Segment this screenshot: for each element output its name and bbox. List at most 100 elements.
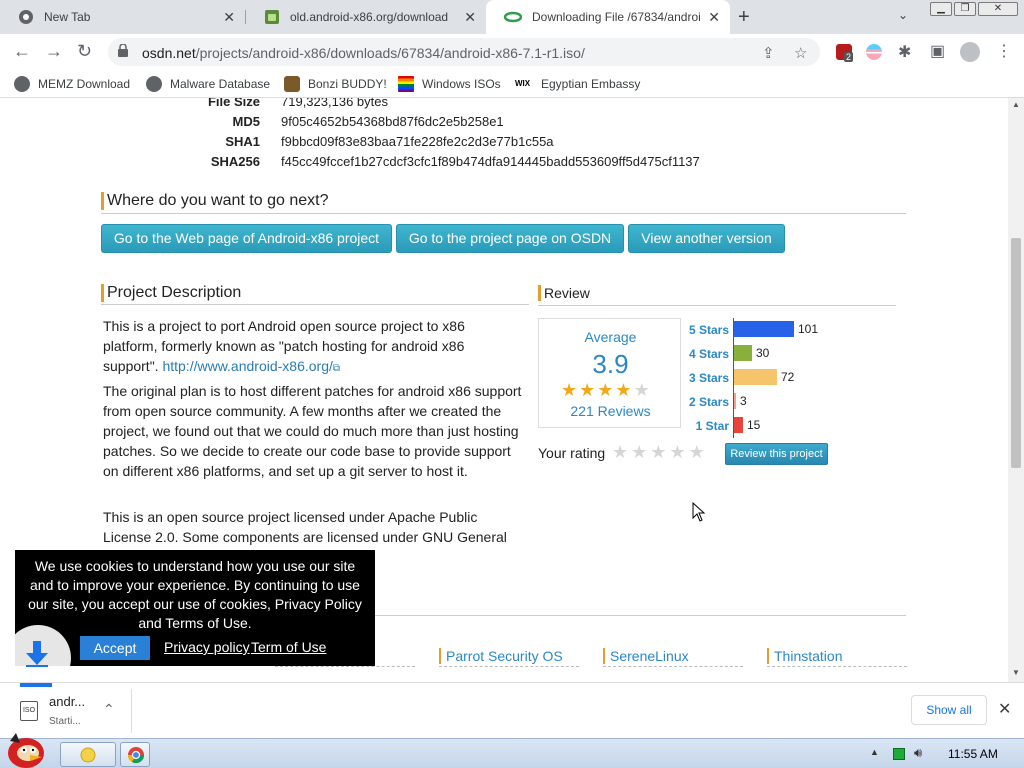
tab-title: Downloading File /67834/androi bbox=[532, 10, 701, 24]
tab-new-tab[interactable]: New Tab ✕ bbox=[0, 0, 245, 34]
rating-count: 30 bbox=[756, 346, 770, 360]
rating-row-label[interactable]: 2 Stars bbox=[685, 395, 729, 409]
scrollbar-thumb[interactable] bbox=[1011, 238, 1021, 468]
review-project-button[interactable]: Review this project bbox=[725, 443, 828, 465]
bookmark-egyptian-embassy[interactable]: WIX Egyptian Embassy bbox=[515, 76, 640, 92]
taskbar-chrome-button[interactable] bbox=[120, 742, 150, 767]
folder-icon bbox=[80, 747, 96, 763]
tab-strip: New Tab ✕ old.android-x86.org/download ✕… bbox=[0, 0, 1024, 34]
scroll-up-icon[interactable]: ▲ bbox=[1012, 100, 1020, 109]
rating-bar bbox=[734, 393, 736, 409]
show-all-button[interactable]: Show all bbox=[911, 695, 987, 725]
globe-icon bbox=[146, 76, 162, 92]
restore-button[interactable]: ❐ bbox=[954, 2, 976, 16]
tray-arrow-icon[interactable]: ▲ bbox=[870, 747, 879, 757]
close-icon[interactable]: ✕ bbox=[708, 9, 720, 26]
filesize-label: File Size bbox=[207, 98, 260, 109]
star-icon: ★ bbox=[561, 380, 580, 400]
average-rating-box: Average 3.9 ★★★★★ 221 Reviews bbox=[538, 318, 681, 428]
cookie-text: We use cookies to understand how you use… bbox=[28, 558, 362, 631]
chevron-down-icon[interactable]: ⌄ bbox=[898, 8, 908, 22]
description-paragraph-1: This is a project to port Android open s… bbox=[103, 316, 523, 379]
close-icon[interactable]: ✕ bbox=[223, 9, 235, 26]
description-paragraph-3: This is an open source project licensed … bbox=[103, 509, 507, 545]
bookmark-windows-isos[interactable]: Windows ISOs bbox=[398, 76, 501, 92]
chevron-up-icon[interactable]: ⌃ bbox=[103, 701, 115, 718]
star-icon[interactable]: ★ bbox=[650, 442, 669, 462]
star-icon[interactable]: ★ bbox=[669, 442, 688, 462]
bookmark-bonzi-buddy[interactable]: Bonzi BUDDY! bbox=[284, 76, 387, 92]
rating-row-label[interactable]: 5 Stars bbox=[685, 323, 729, 337]
close-icon[interactable]: ✕ bbox=[464, 9, 476, 26]
related-thinstation[interactable]: Thinstation bbox=[767, 648, 842, 664]
rating-bar bbox=[734, 321, 794, 337]
related-serenelinux[interactable]: SereneLinux bbox=[603, 648, 689, 664]
accept-cookies-button[interactable]: Accept bbox=[80, 636, 150, 660]
where-next-heading: Where do you want to go next? bbox=[101, 192, 328, 210]
close-icon[interactable]: ✕ bbox=[998, 699, 1011, 719]
divider bbox=[131, 689, 132, 733]
rating-row: 1 Star bbox=[685, 416, 729, 436]
another-version-button[interactable]: View another version bbox=[628, 224, 785, 253]
lock-icon bbox=[118, 44, 128, 57]
project-description-heading: Project Description bbox=[101, 284, 241, 302]
tab-old-android-x86[interactable]: old.android-x86.org/download ✕ bbox=[246, 0, 486, 34]
star-icon[interactable]: ★ bbox=[689, 442, 708, 462]
average-value: 3.9 bbox=[592, 349, 629, 379]
scroll-down-icon[interactable]: ▼ bbox=[1012, 668, 1020, 677]
privacy-policy-link[interactable]: Privacy policy bbox=[164, 639, 250, 655]
rating-count: 15 bbox=[747, 418, 761, 432]
network-icon[interactable] bbox=[893, 748, 905, 760]
new-tab-button[interactable]: + bbox=[738, 6, 750, 29]
address-bar[interactable]: osdn.net/projects/android-x86/downloads/… bbox=[108, 38, 820, 66]
menu-icon[interactable]: ⋮ bbox=[996, 41, 1012, 61]
minimize-button[interactable]: ▁ bbox=[930, 2, 952, 16]
md5-value: 9f05c4652b54368bd87f6dc2e5b258e1 bbox=[281, 114, 504, 129]
rating-row-label[interactable]: 4 Stars bbox=[685, 347, 729, 361]
rating-row-label[interactable]: 3 Stars bbox=[685, 371, 729, 385]
your-rating-stars[interactable]: ★★★★★ bbox=[612, 442, 708, 463]
bonzi-icon bbox=[284, 76, 300, 92]
star-icon[interactable]: ☆ bbox=[794, 44, 807, 62]
project-page-button[interactable]: Go to the project page on OSDN bbox=[396, 224, 624, 253]
bookmark-label: Bonzi BUDDY! bbox=[308, 77, 387, 91]
divider bbox=[101, 304, 529, 305]
tab-downloading-file[interactable]: Downloading File /67834/androi ✕ bbox=[486, 0, 730, 34]
rating-bar bbox=[734, 369, 777, 385]
divider bbox=[538, 305, 896, 306]
rainbow-flag-icon bbox=[398, 76, 414, 92]
volume-icon[interactable]: 🔊︎ bbox=[914, 745, 922, 761]
bookmark-malware-database[interactable]: Malware Database bbox=[146, 76, 270, 92]
sha256-label: SHA256 bbox=[210, 154, 260, 169]
terms-of-use-link[interactable]: Term of Use bbox=[251, 639, 326, 655]
osdn-icon bbox=[504, 11, 522, 23]
download-filename[interactable]: andr... bbox=[49, 694, 85, 709]
side-panel-icon[interactable]: ▣ bbox=[930, 41, 945, 61]
taskbar: ▲ 🔊︎ 11:55 AM bbox=[0, 733, 1024, 768]
star-icon[interactable]: ★ bbox=[631, 442, 650, 462]
puzzle-icon[interactable]: ✱ bbox=[898, 42, 911, 62]
page-scrollbar[interactable]: ▲ ▼ bbox=[1008, 98, 1024, 682]
description-paragraph-2: The original plan is to host different p… bbox=[103, 383, 522, 479]
avatar[interactable] bbox=[960, 42, 980, 62]
rating-row-label[interactable]: 1 Star bbox=[685, 419, 729, 433]
bookmark-label: Egyptian Embassy bbox=[541, 77, 641, 91]
flag-extension-icon[interactable] bbox=[866, 44, 882, 60]
chrome-icon bbox=[127, 747, 145, 764]
reload-icon[interactable]: ↻ bbox=[77, 41, 92, 62]
taskbar-explorer-button[interactable] bbox=[60, 742, 116, 767]
star-icon[interactable]: ★ bbox=[612, 442, 631, 462]
shield-extension-icon[interactable]: 2 bbox=[836, 44, 854, 62]
start-bird-icon[interactable] bbox=[2, 731, 48, 768]
related-parrot-security[interactable]: Parrot Security OS bbox=[439, 648, 563, 664]
web-page-button[interactable]: Go to the Web page of Android-x86 projec… bbox=[101, 224, 392, 253]
url-path: /projects/android-x86/downloads/67834/an… bbox=[195, 45, 585, 61]
divider bbox=[275, 666, 415, 667]
close-window-button[interactable]: ✕ bbox=[978, 2, 1018, 16]
average-label: Average bbox=[584, 329, 637, 345]
project-link[interactable]: http://www.android-x86.org/ bbox=[162, 358, 332, 374]
share-icon[interactable]: ⇪ bbox=[762, 44, 775, 62]
bookmark-memz[interactable]: MEMZ Download bbox=[14, 76, 130, 92]
back-icon[interactable]: ← bbox=[13, 41, 31, 62]
forward-icon[interactable]: → bbox=[45, 41, 63, 62]
